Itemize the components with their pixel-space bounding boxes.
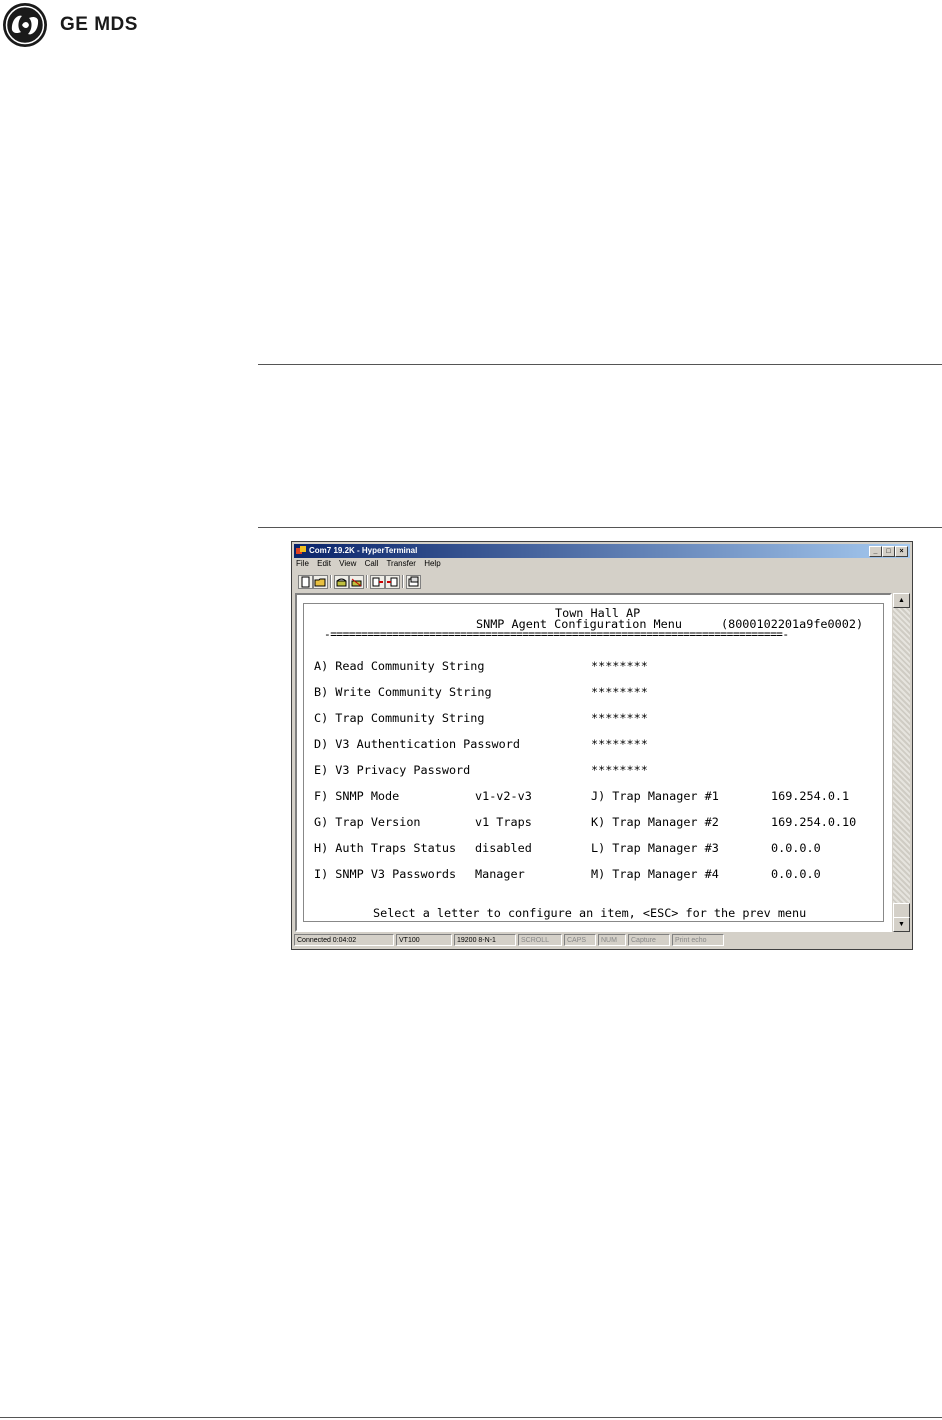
menu-item-trap-version[interactable]: G) Trap Version <box>314 816 421 828</box>
menu-bar: File Edit View Call Transfer Help <box>296 559 447 571</box>
maximize-button[interactable]: □ <box>882 546 895 557</box>
toolbar-separator <box>402 575 404 588</box>
value-trap-manager-1: 169.254.0.1 <box>771 789 850 803</box>
status-emulation: VT100 <box>396 934 452 946</box>
brand-name: GE MDS <box>60 14 138 35</box>
terminal-separator: -=======================================… <box>324 628 789 641</box>
title-bar[interactable]: Com7 19.2K - HyperTerminal _ □ × <box>294 544 910 558</box>
toolbar <box>296 574 908 590</box>
status-bar: Connected 0:04:02 VT100 19200 8-N-1 SCRO… <box>294 934 910 947</box>
open-folder-icon[interactable] <box>313 575 328 589</box>
value-auth-traps-status: disabled <box>475 841 532 855</box>
receive-file-icon[interactable] <box>385 575 400 589</box>
toolbar-separator <box>366 575 368 588</box>
properties-icon[interactable] <box>406 575 421 589</box>
status-num: NUM <box>598 934 626 946</box>
hyperterminal-app-icon <box>296 546 306 554</box>
value-trap-manager-4: 0.0.0.0 <box>771 867 821 881</box>
status-scroll: SCROLL <box>518 934 562 946</box>
value-trap-manager-3: 0.0.0.0 <box>771 841 821 855</box>
value-write-community: ******** <box>591 685 648 699</box>
toolbar-separator <box>330 575 332 588</box>
new-connection-icon[interactable] <box>298 575 313 589</box>
menu-item-trap-manager-1[interactable]: J) Trap Manager #1 <box>591 790 719 802</box>
menu-item-read-community[interactable]: A) Read Community String <box>314 660 484 672</box>
menu-transfer[interactable]: Transfer <box>386 559 416 568</box>
menu-item-snmp-v3-passwords[interactable]: I) SNMP V3 Passwords <box>314 868 456 880</box>
menu-edit[interactable]: Edit <box>317 559 331 568</box>
menu-file[interactable]: File <box>296 559 309 568</box>
menu-help[interactable]: Help <box>424 559 440 568</box>
hyperterminal-window: Com7 19.2K - HyperTerminal _ □ × File Ed… <box>291 541 913 950</box>
menu-call[interactable]: Call <box>365 559 379 568</box>
menu-item-trap-manager-2[interactable]: K) Trap Manager #2 <box>591 816 719 828</box>
menu-item-snmp-mode[interactable]: F) SNMP Mode <box>314 790 399 802</box>
disconnect-phone-icon[interactable] <box>349 575 364 589</box>
send-file-icon[interactable] <box>370 575 385 589</box>
scroll-down-arrow-icon[interactable]: ▼ <box>893 917 910 932</box>
terminal-screen[interactable]: Town Hall AP SNMP Agent Configuration Me… <box>295 593 892 932</box>
menu-item-trap-manager-4[interactable]: M) Trap Manager #4 <box>591 868 719 880</box>
window-title: Com7 19.2K - HyperTerminal <box>309 546 418 555</box>
menu-item-trap-community[interactable]: C) Trap Community String <box>314 712 484 724</box>
connect-phone-icon[interactable] <box>334 575 349 589</box>
minimize-button[interactable]: _ <box>869 546 882 557</box>
value-trap-manager-2: 169.254.0.10 <box>771 815 857 829</box>
status-print-echo: Print echo <box>672 934 724 946</box>
menu-item-trap-manager-3[interactable]: L) Trap Manager #3 <box>591 842 719 854</box>
ge-logo-icon <box>3 3 47 47</box>
value-trap-version: v1 Traps <box>475 815 532 829</box>
scroll-up-arrow-icon[interactable]: ▲ <box>893 593 910 608</box>
status-port: 19200 8-N-1 <box>454 934 516 946</box>
divider-top <box>258 364 942 365</box>
menu-view[interactable]: View <box>339 559 356 568</box>
close-button[interactable]: × <box>895 546 908 557</box>
value-read-community: ******** <box>591 659 648 673</box>
vertical-scrollbar[interactable]: ▲ ▼ <box>893 593 910 932</box>
status-capture: Capture <box>628 934 670 946</box>
status-connected: Connected 0:04:02 <box>294 934 394 946</box>
menu-item-auth-traps-status[interactable]: H) Auth Traps Status <box>314 842 456 854</box>
menu-item-v3-auth-password[interactable]: D) V3 Authentication Password <box>314 738 520 750</box>
divider-footer <box>0 1417 942 1418</box>
value-v3-auth-password: ******** <box>591 737 648 751</box>
value-trap-community: ******** <box>591 711 648 725</box>
status-caps: CAPS <box>564 934 596 946</box>
menu-item-write-community[interactable]: B) Write Community String <box>314 686 492 698</box>
value-snmp-mode: v1-v2-v3 <box>475 789 532 803</box>
menu-item-v3-privacy-password[interactable]: E) V3 Privacy Password <box>314 764 470 776</box>
divider-middle <box>258 527 942 528</box>
terminal-prompt: Select a letter to configure an item, <E… <box>373 906 807 920</box>
value-snmp-v3-passwords: Manager <box>475 867 525 881</box>
value-v3-privacy-password: ******** <box>591 763 648 777</box>
